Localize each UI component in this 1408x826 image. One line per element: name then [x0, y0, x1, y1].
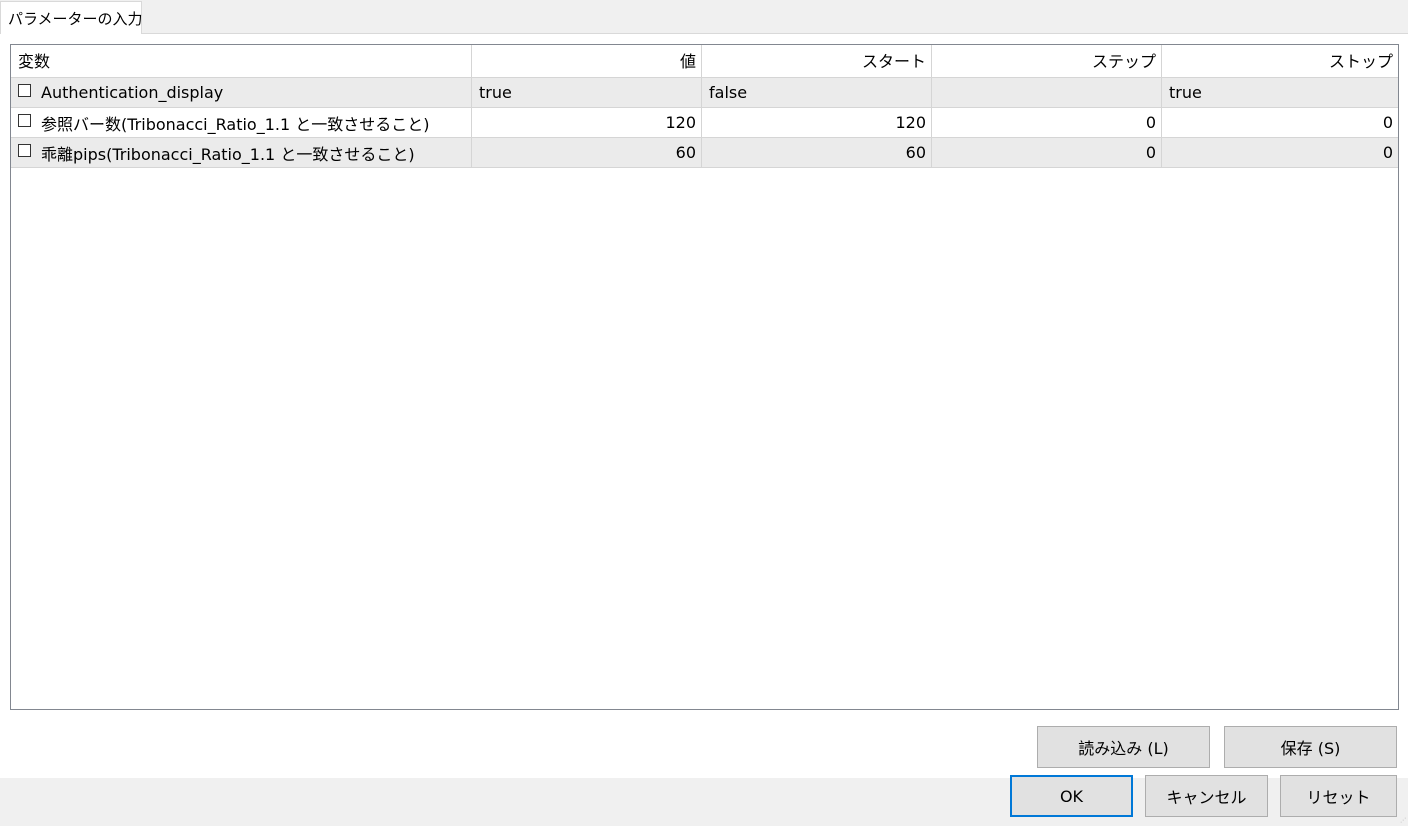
- variable-cell: Authentication_display: [11, 78, 472, 107]
- start-cell[interactable]: false: [702, 78, 932, 107]
- variable-name: 乖離pips(Tribonacci_Ratio_1.1 と一致させること): [41, 144, 415, 164]
- stop-cell[interactable]: 0: [1162, 108, 1398, 137]
- value-cell[interactable]: true: [472, 78, 702, 107]
- save-button[interactable]: 保存 (S): [1224, 726, 1397, 768]
- step-cell[interactable]: 0: [932, 108, 1162, 137]
- optimize-checkbox[interactable]: [18, 144, 31, 157]
- optimize-checkbox[interactable]: [18, 114, 31, 127]
- step-cell[interactable]: 0: [932, 138, 1162, 167]
- table-row[interactable]: 参照バー数(Tribonacci_Ratio_1.1 と一致させること) 120…: [11, 108, 1398, 138]
- tab-label: パラメーターの入力: [8, 10, 143, 28]
- value-cell[interactable]: 60: [472, 138, 702, 167]
- table-row[interactable]: 乖離pips(Tribonacci_Ratio_1.1 と一致させること) 60…: [11, 138, 1398, 168]
- tab-panel: 変数 値 スタート ステップ ストップ Authentication_displ…: [0, 33, 1408, 778]
- column-header-value[interactable]: 値: [472, 45, 702, 77]
- cancel-button[interactable]: キャンセル: [1145, 775, 1268, 817]
- column-header-variable[interactable]: 変数: [11, 45, 472, 77]
- grid-header-row: 変数 値 スタート ステップ ストップ: [11, 45, 1398, 78]
- start-cell[interactable]: 120: [702, 108, 932, 137]
- variable-name: Authentication_display: [41, 83, 224, 102]
- table-row[interactable]: Authentication_display true false true: [11, 78, 1398, 108]
- optimize-checkbox[interactable]: [18, 84, 31, 97]
- variable-name: 参照バー数(Tribonacci_Ratio_1.1 と一致させること): [41, 114, 430, 134]
- column-header-stop[interactable]: ストップ: [1162, 45, 1398, 77]
- stop-cell[interactable]: 0: [1162, 138, 1398, 167]
- column-header-step[interactable]: ステップ: [932, 45, 1162, 77]
- parameter-grid[interactable]: 変数 値 スタート ステップ ストップ Authentication_displ…: [10, 44, 1399, 710]
- column-header-start[interactable]: スタート: [702, 45, 932, 77]
- ok-button[interactable]: OK: [1010, 775, 1133, 817]
- variable-cell: 乖離pips(Tribonacci_Ratio_1.1 と一致させること): [11, 138, 472, 167]
- load-button[interactable]: 読み込み (L): [1037, 726, 1210, 768]
- variable-cell: 参照バー数(Tribonacci_Ratio_1.1 と一致させること): [11, 108, 472, 137]
- value-cell[interactable]: 120: [472, 108, 702, 137]
- tab-parameter-input[interactable]: パラメーターの入力: [0, 1, 143, 34]
- start-cell[interactable]: 60: [702, 138, 932, 167]
- resize-grip-icon[interactable]: ⋰: [1400, 818, 1406, 824]
- parameter-dialog: パラメーターの入力 変数 値 スタート ステップ ストップ Authentica…: [0, 0, 1408, 826]
- step-cell[interactable]: [932, 78, 1162, 107]
- stop-cell[interactable]: true: [1162, 78, 1398, 107]
- reset-button[interactable]: リセット: [1280, 775, 1397, 817]
